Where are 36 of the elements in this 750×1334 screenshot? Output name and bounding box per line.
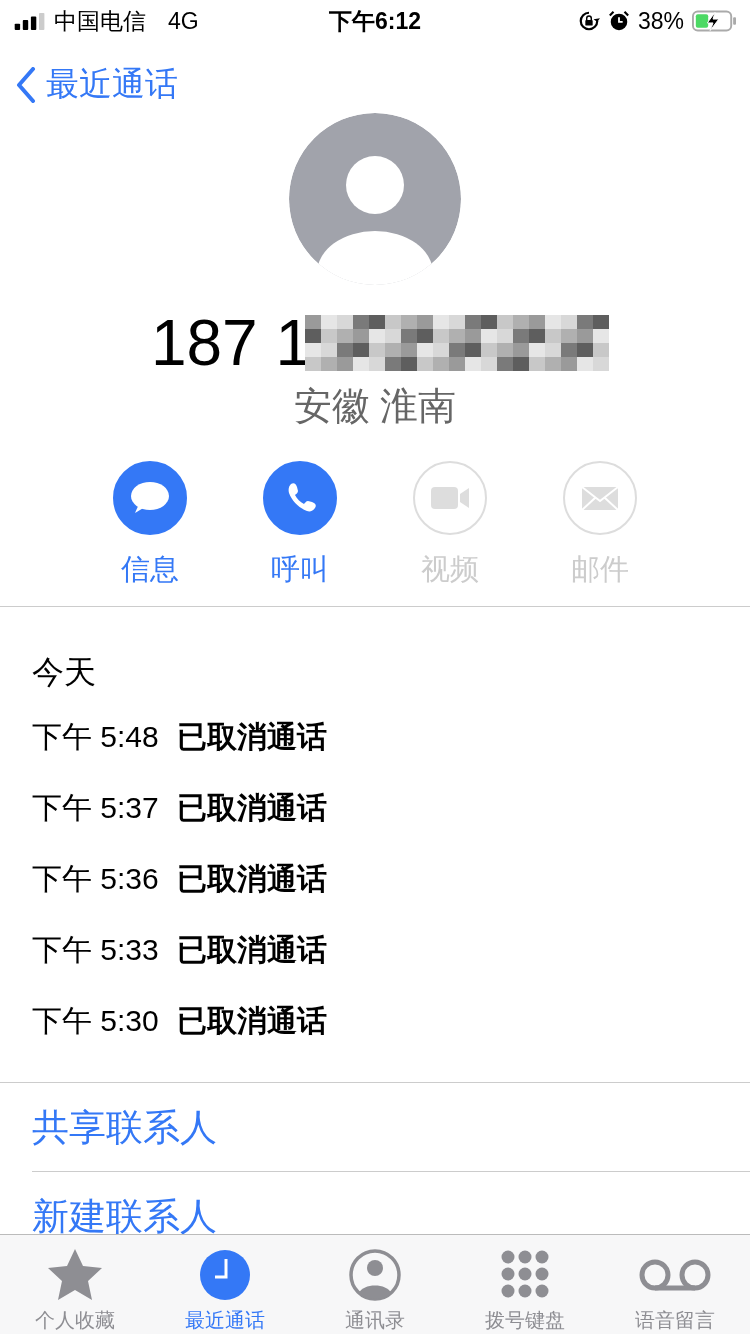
network-type: 4G xyxy=(168,7,199,35)
rotation-lock-icon xyxy=(577,10,600,32)
contact-action-link[interactable]: 共享联系人 xyxy=(32,1083,750,1172)
action-button[interactable]: 信息 xyxy=(112,460,188,590)
action-button[interactable]: 呼叫 xyxy=(262,460,338,590)
call-status: 已取消通话 xyxy=(176,932,327,968)
call-status: 已取消通话 xyxy=(176,1003,327,1039)
speech-bubble-icon xyxy=(112,460,188,536)
call-status: 已取消通话 xyxy=(176,719,327,755)
call-time: 下午 5:36 xyxy=(32,861,159,897)
tab-bar-item[interactable]: 个人收藏 xyxy=(0,1235,150,1334)
tab-bar-item[interactable]: 拨号键盘 xyxy=(450,1235,600,1334)
status-time: 下午6:12 xyxy=(329,6,421,36)
call-time: 下午 5:30 xyxy=(32,1003,159,1039)
tab-bar-item[interactable]: 通讯录 xyxy=(300,1235,450,1334)
carrier-name: 中国电信 xyxy=(54,6,146,36)
alarm-icon xyxy=(607,10,630,32)
envelope-icon xyxy=(562,460,638,536)
tab-bar-item[interactable]: 语音留言 xyxy=(600,1235,750,1334)
call-time: 下午 5:33 xyxy=(32,932,159,968)
back-button[interactable]: 最近通话 xyxy=(0,42,194,107)
location-text: 安徽 淮南 xyxy=(292,384,458,429)
call-time: 下午 5:37 xyxy=(32,790,159,826)
call-status: 已取消通话 xyxy=(176,790,327,826)
phone-icon xyxy=(262,460,338,536)
call-time: 下午 5:48 xyxy=(32,719,159,755)
signal-icon xyxy=(14,12,46,30)
date-heading: 今天 xyxy=(32,653,97,692)
video-camera-icon xyxy=(412,460,488,536)
phone-number: 187 1 xyxy=(150,306,312,380)
battery-icon xyxy=(692,10,736,32)
avatar-icon xyxy=(289,113,461,285)
back-chevron-icon xyxy=(16,66,36,103)
call-status: 已取消通话 xyxy=(176,861,327,897)
battery-percentage: 38% xyxy=(637,7,684,35)
tab-bar-item[interactable]: 最近通话 xyxy=(150,1235,300,1334)
